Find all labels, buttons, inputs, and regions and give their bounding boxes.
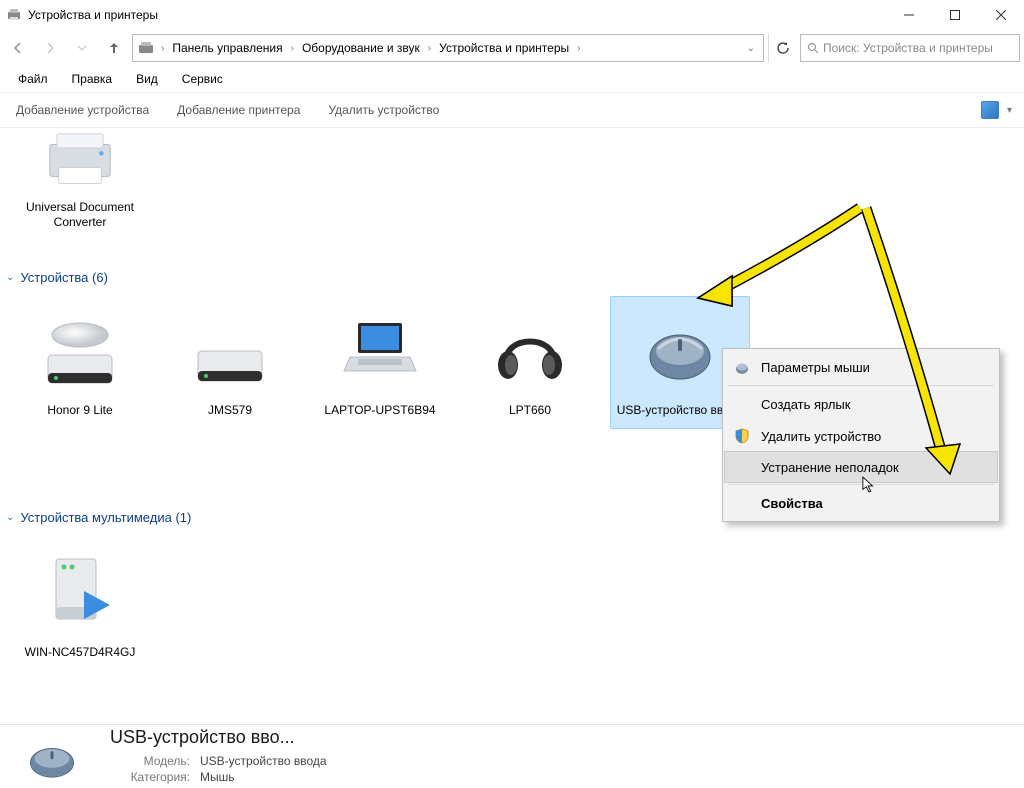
tool-add-printer[interactable]: Добавление принтера [169,99,308,121]
hdd-icon [182,301,278,397]
headphones-icon [482,301,578,397]
view-mode-icon[interactable] [981,101,999,119]
ctx-remove-device[interactable]: Удалить устройство [725,420,997,452]
menubar: Файл Правка Вид Сервис [0,66,1024,92]
group-label: Устройства (6) [20,270,108,285]
details-key: Категория: [110,770,190,784]
menu-view[interactable]: Вид [126,69,168,89]
chevron-right-icon[interactable]: › [289,43,296,54]
device-item[interactable]: WIN-NC457D4R4GJ [10,538,150,671]
address-bar[interactable]: › Панель управления › Оборудование и зву… [132,34,764,62]
search-input[interactable]: Поиск: Устройства и принтеры [800,34,1020,62]
details-value: Мышь [200,770,235,784]
device-label: LAPTOP-UPST6B94 [311,397,449,428]
history-dropdown[interactable] [68,34,96,62]
menu-service[interactable]: Сервис [172,69,233,89]
device-item[interactable]: LAPTOP-UPST6B94 [310,296,450,429]
mouse-icon [733,358,751,376]
ctx-separator [728,385,994,386]
refresh-button[interactable] [768,34,796,62]
ctx-label: Удалить устройство [761,429,881,444]
search-placeholder: Поиск: Устройства и принтеры [823,41,993,55]
breadcrumb[interactable]: Оборудование и звук [298,39,424,57]
chevron-right-icon[interactable]: › [575,43,582,54]
devices-printers-icon [6,7,22,23]
close-button[interactable] [978,0,1024,30]
multimedia-row: WIN-NC457D4R4GJ [10,538,150,671]
device-label: LPT660 [461,397,599,428]
caret-down-icon: ⌄ [6,272,14,283]
media-server-icon [32,543,128,639]
ctx-mouse-settings[interactable]: Параметры мыши [725,351,997,383]
tool-add-device[interactable]: Добавление устройства [8,99,157,121]
group-header-multimedia[interactable]: ⌄ Устройства мультимедиа (1) [6,510,191,525]
details-icon [10,729,94,785]
back-button[interactable] [4,34,32,62]
device-label: JMS579 [161,397,299,428]
group-header-devices[interactable]: ⌄ Устройства (6) [6,270,108,285]
toolbar: Добавление устройства Добавление принтер… [0,92,1024,128]
breadcrumb[interactable]: Панель управления [168,39,286,57]
details-title: USB-устройство вво... [110,727,1014,748]
view-mode-dropdown[interactable]: ▾ [1003,105,1016,116]
content-area: Universal Document Converter ⌄ Устройств… [0,128,1024,724]
maximize-button[interactable] [932,0,978,30]
breadcrumb[interactable]: Устройства и принтеры [435,39,573,57]
addrbar-icon [135,37,157,59]
context-menu: Параметры мыши Создать ярлык Удалить уст… [722,348,1000,522]
titlebar: Устройства и принтеры [0,0,1024,30]
device-label: WIN-NC457D4R4GJ [11,639,149,670]
ctx-troubleshoot[interactable]: Устранение неполадок [724,451,998,483]
ctx-label: Создать ярлык [761,397,850,412]
details-key: Модель: [110,754,190,768]
chevron-right-icon[interactable]: › [159,43,166,54]
forward-button[interactable] [36,34,64,62]
ctx-properties[interactable]: Свойства [725,487,997,519]
device-item[interactable]: Honor 9 Lite [10,296,150,429]
tool-remove-device[interactable]: Удалить устройство [320,99,447,121]
ctx-label: Параметры мыши [761,360,870,375]
mouse-icon [632,301,728,397]
minimize-button[interactable] [886,0,932,30]
ctx-create-shortcut[interactable]: Создать ярлык [725,388,997,420]
laptop-icon [332,301,428,397]
hdd-disc-icon [32,301,128,397]
ctx-label: Свойства [761,496,823,511]
printer-item[interactable]: Universal Document Converter [10,132,150,230]
ctx-separator [728,484,994,485]
group-label: Устройства мультимедиа (1) [20,510,191,525]
search-icon [807,42,819,54]
ctx-label: Устранение неполадок [761,460,899,475]
devices-row: Honor 9 Lite JMS579 LAPTOP- [10,296,750,429]
details-value: USB-устройство ввода [200,754,327,768]
shield-icon [733,427,751,445]
device-label: Universal Document Converter [10,200,150,230]
up-button[interactable] [100,34,128,62]
device-label: Honor 9 Lite [11,397,149,428]
navbar: › Панель управления › Оборудование и зву… [0,30,1024,66]
address-dropdown[interactable]: ⌄ [741,43,761,54]
device-item[interactable]: JMS579 [160,296,300,429]
chevron-right-icon[interactable]: › [426,43,433,54]
details-pane: USB-устройство вво... Модель: USB-устрой… [0,724,1024,788]
window-title: Устройства и принтеры [28,8,886,22]
menu-file[interactable]: Файл [8,69,58,89]
device-item[interactable]: LPT660 [460,296,600,429]
menu-edit[interactable]: Правка [62,69,123,89]
caret-down-icon: ⌄ [6,512,14,523]
